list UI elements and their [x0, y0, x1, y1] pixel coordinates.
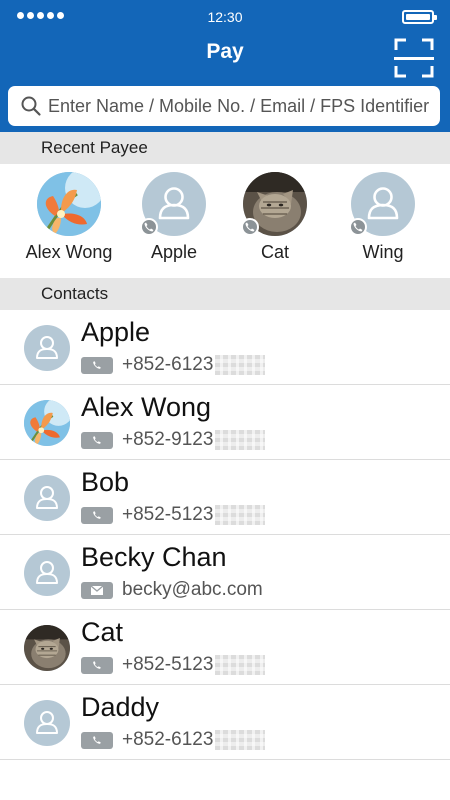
recent-payee-alex-wong[interactable]: Alex Wong: [17, 172, 121, 263]
masked-digits: [215, 355, 266, 375]
masked-digits: [215, 430, 266, 450]
contact-detail: +852-5123: [81, 504, 266, 526]
phone-icon: [81, 656, 113, 674]
contact-detail: +852-9123: [81, 429, 266, 451]
contact-row[interactable]: Cat +852-5123: [0, 610, 450, 685]
flower-photo-avatar: [37, 172, 101, 236]
cat-photo-avatar: [24, 625, 70, 671]
phone-icon: [81, 731, 113, 749]
phone-icon: [241, 218, 259, 236]
contact-row[interactable]: Apple +852-6123: [0, 310, 450, 385]
contact-detail: +852-5123: [81, 654, 266, 676]
contacts-header: Contacts: [0, 278, 450, 310]
contacts-list: Apple +852-6123 Alex Wong +852-9123 Bob …: [0, 310, 450, 760]
recent-payee-name: Apple: [150, 242, 198, 262]
contact-phone: +852-5123: [122, 504, 214, 525]
contact-phone: +852-5123: [122, 654, 214, 675]
recent-payee-apple[interactable]: Apple: [122, 172, 226, 263]
recent-payee-name: Cat: [260, 242, 289, 262]
contact-row[interactable]: Daddy +852-6123: [0, 685, 450, 760]
masked-digits: [215, 505, 266, 525]
contact-name: Cat: [81, 617, 124, 647]
default-person-avatar: [24, 475, 70, 521]
contact-name: Apple: [81, 317, 151, 347]
contact-phone: +852-9123: [122, 429, 214, 450]
contact-detail: +852-6123: [81, 729, 266, 751]
search-icon: [21, 96, 41, 116]
contact-row[interactable]: Becky Chan becky@abc.com: [0, 535, 450, 610]
contact-email: becky@abc.com: [122, 579, 263, 600]
contact-name: Daddy: [81, 692, 160, 722]
default-person-avatar: [24, 700, 70, 746]
recent-payee-name: Alex Wong: [25, 242, 113, 262]
contact-phone: +852-6123: [122, 354, 214, 375]
contact-row[interactable]: Bob +852-5123: [0, 460, 450, 535]
recent-payee-list: Alex Wong Apple Cat Wing: [0, 164, 450, 278]
flower-photo-avatar: [24, 400, 70, 446]
phone-icon: [81, 431, 113, 449]
default-person-avatar: [24, 550, 70, 596]
email-icon: [81, 581, 113, 599]
phone-icon: [81, 356, 113, 374]
contact-name: Bob: [81, 467, 130, 497]
search-bar: [8, 86, 440, 126]
qr-scan-icon: [394, 38, 434, 78]
recent-payee-cat[interactable]: Cat: [223, 172, 327, 263]
recent-payee-name: Wing: [362, 242, 404, 262]
recent-payee-header: Recent Payee: [0, 132, 450, 164]
default-person-avatar: [24, 325, 70, 371]
phone-icon: [349, 218, 367, 236]
phone-icon: [140, 218, 158, 236]
contact-phone: +852-6123: [122, 729, 214, 750]
battery-icon: [402, 10, 437, 24]
contact-detail: +852-6123: [81, 354, 266, 376]
contact-name: Alex Wong: [81, 392, 212, 422]
status-time: 12:30: [207, 9, 243, 25]
status-bar: 12:30: [0, 0, 450, 32]
masked-digits: [215, 730, 266, 750]
phone-icon: [81, 506, 113, 524]
page-title: Pay: [206, 40, 244, 63]
contact-detail: becky@abc.com: [81, 579, 263, 601]
masked-digits: [215, 655, 266, 675]
contact-name: Becky Chan: [81, 542, 227, 572]
search-input[interactable]: [48, 95, 438, 117]
recent-payee-wing[interactable]: Wing: [331, 172, 435, 263]
app-header: 12:30 Pay: [0, 0, 450, 132]
contact-row[interactable]: Alex Wong +852-9123: [0, 385, 450, 460]
qr-scan-button[interactable]: [394, 38, 434, 78]
